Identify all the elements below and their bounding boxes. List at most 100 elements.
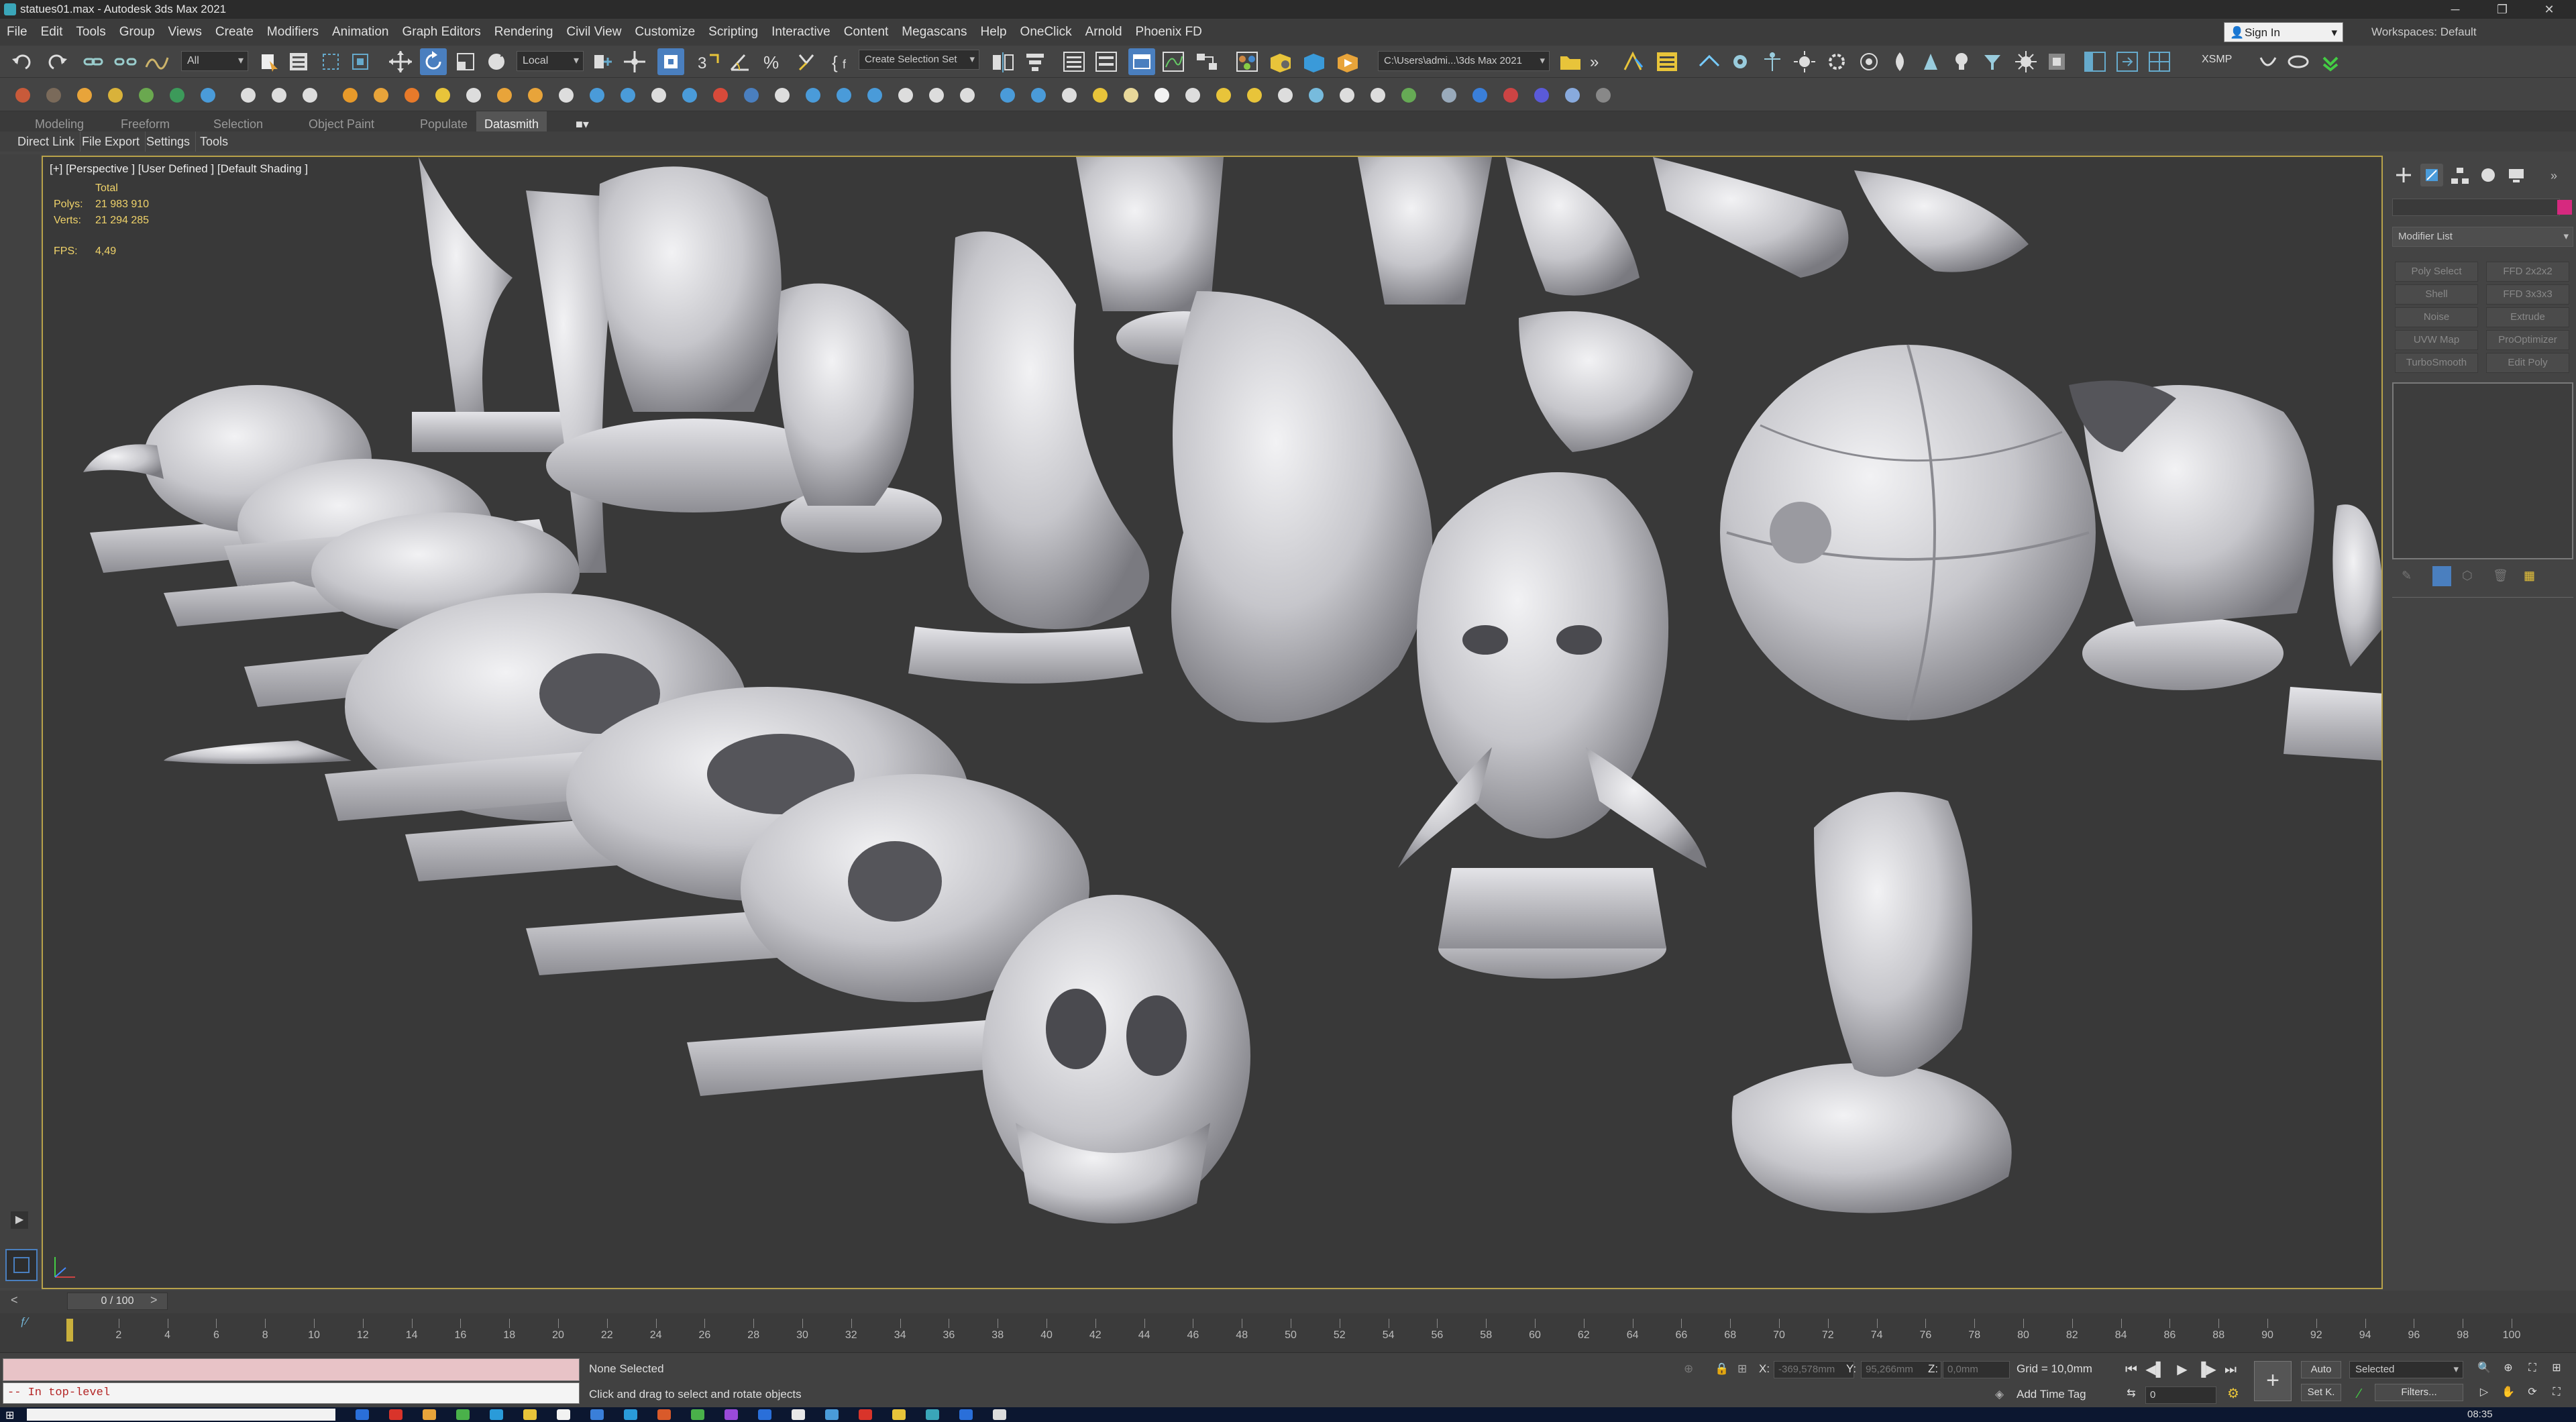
previous-frame-icon[interactable]: ◀▌	[2144, 1360, 2167, 1380]
named-selection-set-dropdown[interactable]: Create Selection Set	[859, 50, 979, 70]
plugin-tool-icon[interactable]	[1309, 88, 1324, 103]
mirror-icon[interactable]	[990, 50, 1016, 74]
redo-icon[interactable]	[43, 51, 71, 72]
menu-scripting[interactable]: Scripting	[702, 19, 765, 46]
taskbar-app-icon[interactable]	[993, 1409, 1006, 1420]
taskbar-app-icon[interactable]	[758, 1409, 771, 1420]
make-unique-icon[interactable]: ⬡	[2462, 569, 2473, 583]
motion-tab-icon[interactable]	[2477, 164, 2500, 186]
set-key-button[interactable]: Set K.	[2301, 1384, 2341, 1401]
plugin-tool-icon[interactable]	[1442, 88, 1456, 103]
toggle-ribbon-button[interactable]	[1128, 48, 1155, 75]
arnold-skydome-icon[interactable]	[1760, 50, 1786, 74]
subtab-file-export[interactable]: File Export	[76, 131, 146, 152]
menu-views[interactable]: Views	[162, 19, 209, 46]
plugin-tool-icon[interactable]	[528, 88, 543, 103]
grid-view-icon[interactable]	[2147, 50, 2172, 74]
arnold-photometric-icon[interactable]	[1857, 50, 1882, 74]
layout-thumbnail[interactable]	[5, 1249, 38, 1281]
arnold-license-icon[interactable]	[2014, 50, 2039, 74]
pivot-center-icon[interactable]	[590, 50, 614, 74]
menu-content[interactable]: Content	[837, 19, 896, 46]
default-tangent-icon[interactable]: ∕	[2348, 1384, 2371, 1404]
window-crossing-icon[interactable]	[349, 50, 373, 73]
key-filter-icon[interactable]: ⚙	[2222, 1384, 2245, 1404]
plugin-tool-icon[interactable]	[46, 88, 61, 103]
taskbar-app-icon[interactable]	[657, 1409, 671, 1420]
plugin-tool-icon[interactable]	[1216, 88, 1231, 103]
modifier-button-ffd-3x3x3[interactable]: FFD 3x3x3	[2486, 284, 2569, 305]
plugin-tool-icon[interactable]	[1124, 88, 1138, 103]
rotate-button[interactable]	[420, 48, 447, 75]
plugin-tool-icon[interactable]	[867, 88, 882, 103]
zoom-extents-all-icon[interactable]: ⊞	[2545, 1358, 2568, 1378]
scene-explorer-icon[interactable]	[1061, 50, 1087, 74]
taskbar-app-icon[interactable]	[490, 1409, 503, 1420]
xsmp-upload-icon[interactable]	[2318, 50, 2344, 74]
select-manipulate-icon[interactable]	[623, 50, 648, 74]
panel-collapse-icon[interactable]: »	[2545, 164, 2568, 186]
plugin-tool-icon[interactable]	[272, 88, 286, 103]
isolate-selection-icon[interactable]: ⊕	[1684, 1362, 1693, 1376]
taskbar-app-icon[interactable]	[959, 1409, 973, 1420]
plugin-tool-icon[interactable]	[621, 88, 635, 103]
track-bar[interactable]: ƒ∕ 0246810121416182022242628303234363840…	[0, 1313, 2576, 1352]
orbit-icon[interactable]: ⟳	[2521, 1382, 2544, 1403]
taskbar-app-icon[interactable]	[557, 1409, 570, 1420]
plugin-tool-icon[interactable]	[170, 88, 184, 103]
plugin-tool-icon[interactable]	[929, 88, 944, 103]
taskbar-app-icon[interactable]	[356, 1409, 369, 1420]
set-key-big-icon[interactable]: +	[2254, 1361, 2292, 1401]
project-folder-icon[interactable]	[1558, 50, 1583, 74]
plugin-tool-icon[interactable]	[1340, 88, 1354, 103]
taskbar-app-icon[interactable]	[624, 1409, 637, 1420]
spinner-snap-icon[interactable]	[793, 50, 818, 74]
scale-icon[interactable]	[453, 50, 478, 74]
plugin-tool-icon[interactable]	[1565, 88, 1580, 103]
current-frame-marker[interactable]	[66, 1319, 73, 1342]
arnold-sun-icon[interactable]	[1792, 50, 1818, 74]
modifier-stack[interactable]	[2392, 382, 2573, 559]
maxscript-listener-output[interactable]: -- In top-level	[3, 1382, 580, 1404]
taskbar-app-icon[interactable]	[691, 1409, 704, 1420]
modifier-button-extrude[interactable]: Extrude	[2486, 307, 2569, 327]
menu-oneclick[interactable]: OneClick	[1014, 19, 1079, 46]
edit-named-selection-icon[interactable]: {f	[829, 50, 855, 74]
taskbar-app-icon[interactable]	[926, 1409, 939, 1420]
plugin-tool-icon[interactable]	[405, 88, 419, 103]
zoom-icon[interactable]: 🔍	[2473, 1358, 2496, 1378]
next-frame-icon[interactable]: ▐▶	[2195, 1360, 2218, 1380]
modifier-button-edit-poly[interactable]: Edit Poly	[2486, 353, 2569, 373]
unlink-icon[interactable]	[113, 51, 138, 72]
plugin-tool-icon[interactable]	[590, 88, 604, 103]
object-name-field[interactable]	[2392, 199, 2560, 216]
plugin-tool-icon[interactable]	[960, 88, 975, 103]
select-by-name-icon[interactable]	[287, 50, 311, 73]
plugin-tool-icon[interactable]	[806, 88, 820, 103]
plugin-tool-icon[interactable]	[837, 88, 851, 103]
plugin-tool-icon[interactable]	[1093, 88, 1108, 103]
plugin-tool-icon[interactable]	[1155, 88, 1169, 103]
plugin-tool-icon[interactable]	[1185, 88, 1200, 103]
plugin-tool-icon[interactable]	[775, 88, 790, 103]
object-color-swatch[interactable]	[2557, 200, 2572, 215]
key-selection-dropdown[interactable]: Selected	[2349, 1361, 2463, 1378]
schematic-view-icon[interactable]	[1194, 50, 1220, 74]
selection-lock-icon[interactable]: 🔒	[1715, 1362, 1729, 1376]
hierarchy-tab-icon[interactable]	[2449, 164, 2471, 186]
arnold-gear-icon[interactable]	[1825, 50, 1850, 74]
plugin-tool-icon[interactable]	[497, 88, 512, 103]
plugin-tool-icon[interactable]	[682, 88, 697, 103]
show-end-result-icon[interactable]	[2432, 566, 2451, 586]
align-icon[interactable]	[1022, 50, 1048, 74]
plugin-tool-icon[interactable]	[1247, 88, 1262, 103]
go-to-end-icon[interactable]: ⏭	[2219, 1360, 2242, 1380]
zoom-all-icon[interactable]: ⊕	[2497, 1358, 2520, 1378]
restore-button[interactable]: ❐	[2482, 0, 2522, 19]
project-folder-dropdown[interactable]: C:\Users\admi...\3ds Max 2021	[1378, 51, 1550, 71]
pin-stack-icon[interactable]: ✎	[2402, 569, 2412, 583]
menu-megascans[interactable]: Megascans	[895, 19, 973, 46]
maximize-toggle-icon[interactable]: ⛶	[2545, 1382, 2568, 1403]
rendered-frame-window-icon[interactable]	[1301, 50, 1327, 74]
menu-interactive[interactable]: Interactive	[765, 19, 837, 46]
